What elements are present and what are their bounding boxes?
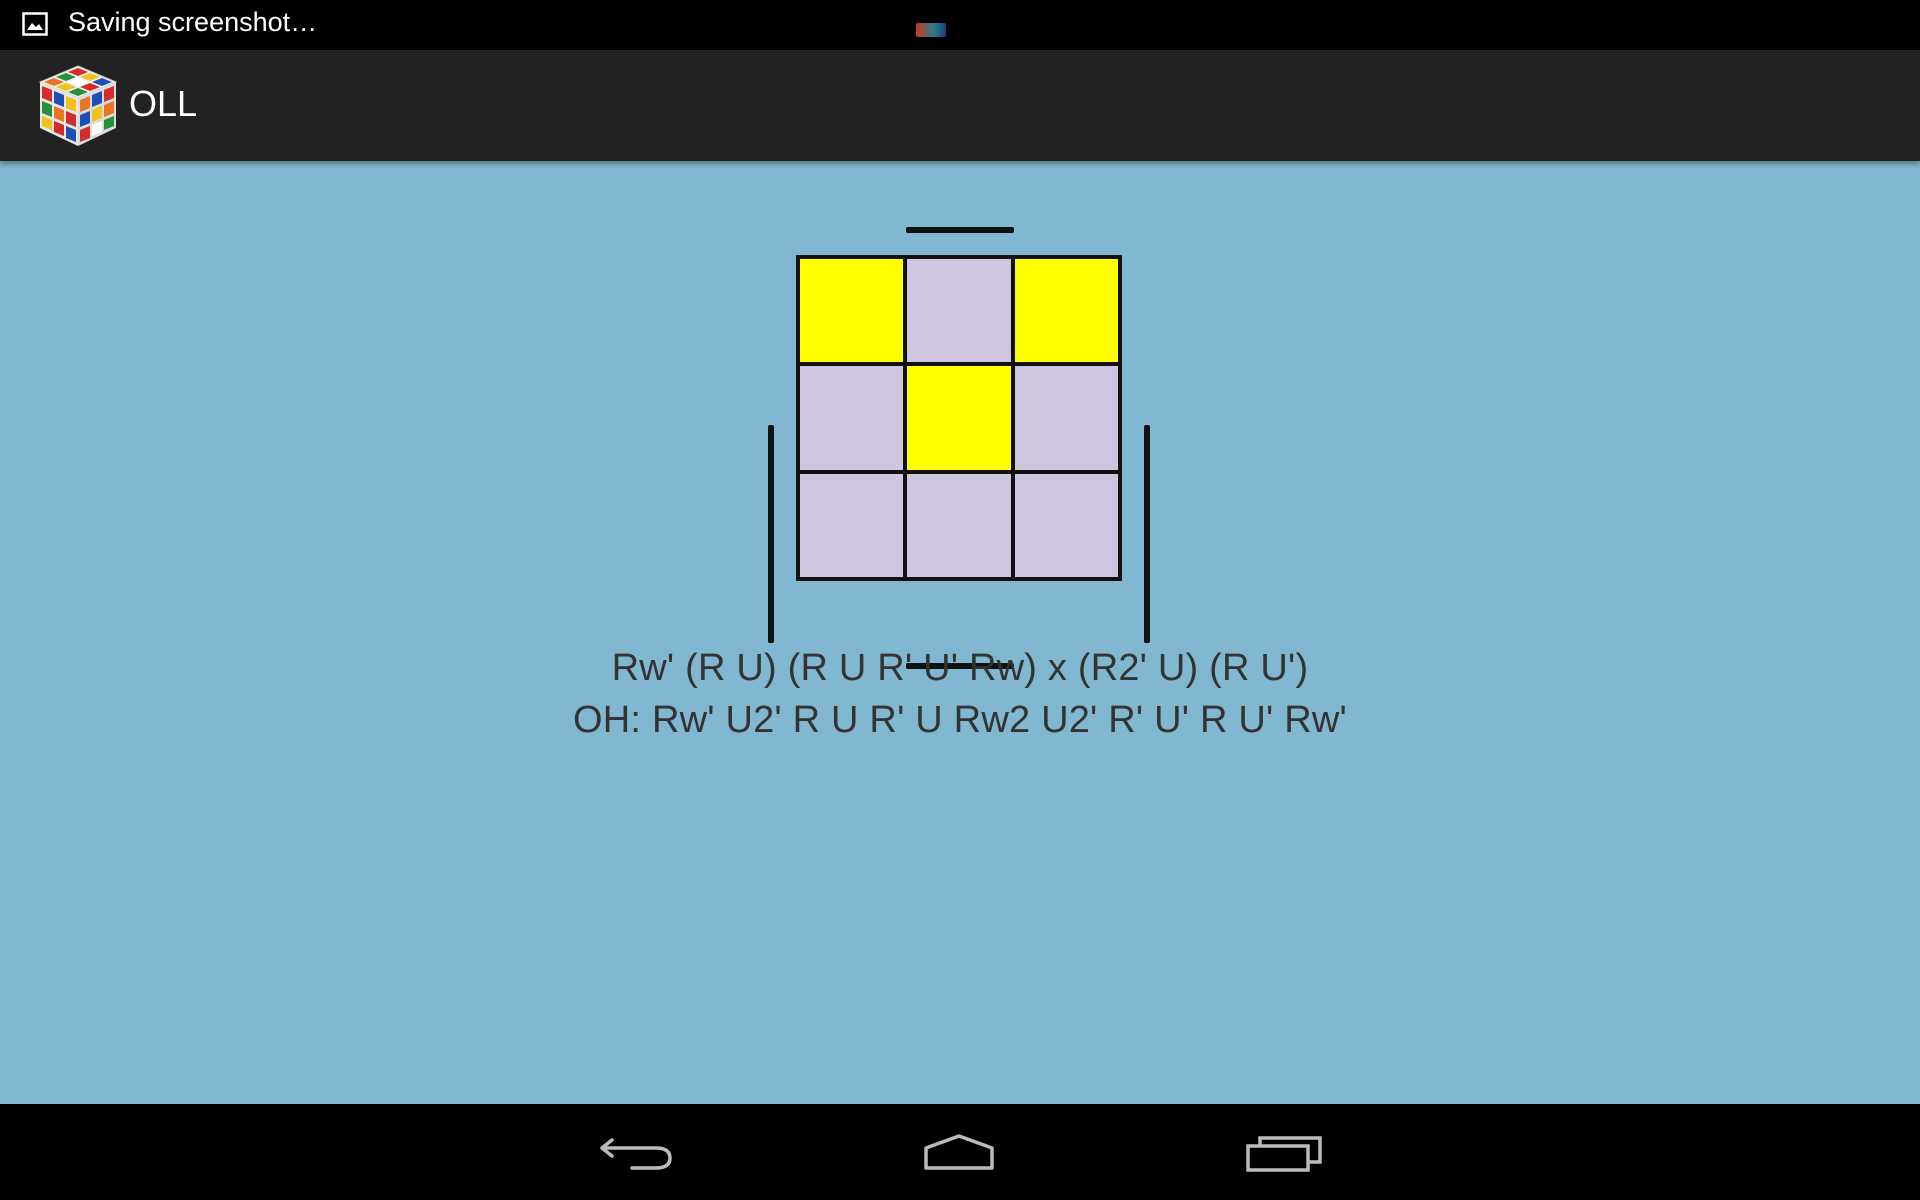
oll-diagram — [766, 223, 1154, 669]
status-bar: Saving screenshot… — [0, 0, 1920, 50]
algorithm-main: Rw' (R U) (R U R' U' Rw) x (R2' U) (R U'… — [611, 647, 1309, 689]
navigation-bar — [0, 1104, 1920, 1200]
face-sticker-r2c3 — [1012, 364, 1120, 472]
face-sticker-r1c2 — [905, 257, 1013, 365]
oll-case-view: Rw' (R U) (R U R' U' Rw) x (R2' U) (R U'… — [0, 161, 1920, 1104]
algorithm-one-handed: OH: Rw' U2' R U R' U Rw2 U2' R' U' R U' … — [573, 699, 1347, 741]
face-sticker-r2c1 — [798, 364, 906, 472]
notification-text: Saving screenshot… — [68, 7, 318, 37]
action-bar: OLL — [0, 50, 1920, 161]
top-face-grid — [796, 255, 1122, 581]
notification-thumbnail-icon — [916, 23, 946, 37]
face-sticker-r1c1 — [798, 257, 906, 365]
rubiks-cube-icon[interactable] — [36, 62, 120, 148]
side-marker-left — [768, 425, 774, 643]
recents-icon[interactable] — [1240, 1124, 1330, 1180]
back-icon[interactable] — [592, 1124, 682, 1180]
image-icon — [22, 12, 48, 36]
side-marker-top — [906, 227, 1014, 233]
app-title: OLL — [129, 83, 198, 124]
face-sticker-r3c1 — [798, 471, 906, 579]
face-sticker-r3c3 — [1012, 471, 1120, 579]
home-icon[interactable] — [914, 1124, 1004, 1180]
face-sticker-r2c2 — [905, 364, 1013, 472]
side-marker-right — [1144, 425, 1150, 643]
face-sticker-r1c3 — [1012, 257, 1120, 365]
face-sticker-r3c2 — [905, 471, 1013, 579]
